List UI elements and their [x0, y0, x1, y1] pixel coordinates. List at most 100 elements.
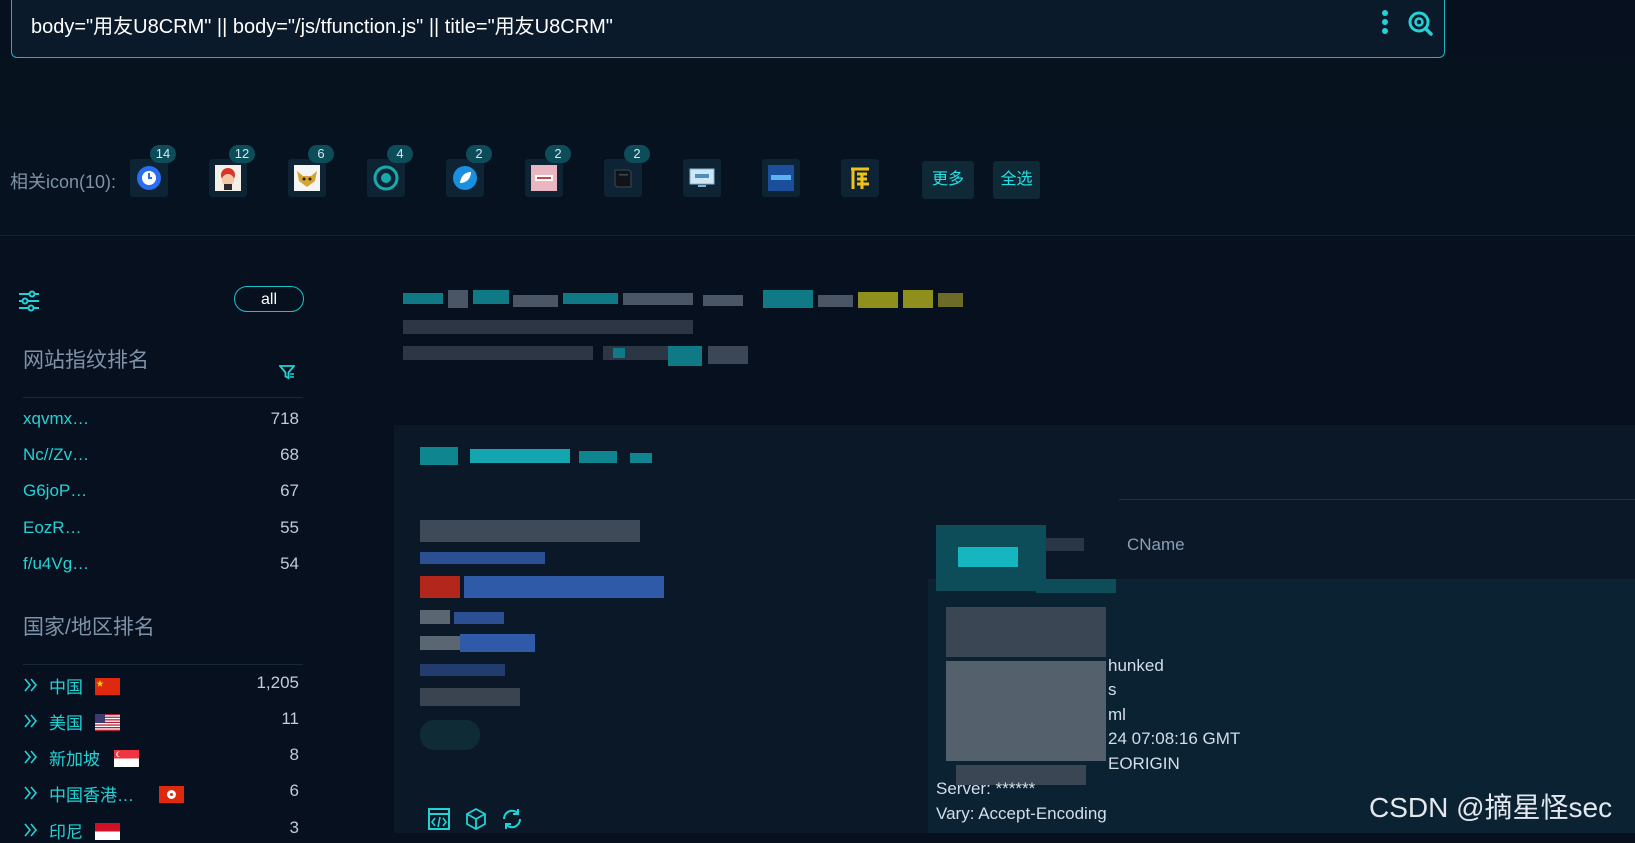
icon-count-badge: 4	[387, 145, 413, 163]
related-icons-bar: 相关icon(10): 14 12 6 4 2 2 2 更多 全选	[0, 128, 1635, 236]
all-button[interactable]: all	[234, 286, 304, 312]
icon-count-badge: 6	[308, 145, 334, 163]
code-icon[interactable]	[427, 807, 451, 831]
country-name: 中国	[49, 678, 83, 697]
tab-cname[interactable]: CName	[1127, 535, 1185, 555]
fingerprint-ranking-title: 网站指纹排名	[23, 349, 149, 372]
country-count: 1,205	[256, 673, 299, 692]
result-card: CName hunked s ml 24 07:08:16 GMT EORIGI…	[394, 425, 1635, 833]
divider	[1119, 499, 1635, 500]
spacer-band	[0, 58, 1635, 129]
header-line: Server: ******	[936, 779, 1036, 798]
related-icon-7[interactable]: 2	[604, 145, 650, 197]
fingerprint-count: 718	[270, 409, 299, 428]
fingerprint-row[interactable]: G6joP… 67	[23, 481, 299, 505]
related-icon-3[interactable]: 6	[288, 145, 334, 197]
fingerprint-name: f/u4Vg…	[23, 554, 90, 573]
sidebar: all 网站指纹排名 xqvmx… 718 Nc//Zv… 68 G6joP… …	[0, 236, 320, 842]
double-chevron-right-icon	[24, 678, 38, 692]
related-icon-2[interactable]: 12	[209, 145, 255, 197]
related-icon-9[interactable]	[762, 159, 800, 197]
divider	[23, 397, 303, 398]
fingerprint-row[interactable]: Nc//Zv… 68	[23, 445, 299, 469]
related-icon-6[interactable]: 2	[525, 145, 571, 197]
double-chevron-right-icon	[24, 786, 38, 800]
tomcat-icon	[294, 165, 320, 191]
header-line: EORIGIN	[1108, 754, 1180, 773]
icon-count-badge: 2	[466, 145, 492, 163]
fingerprint-row[interactable]: xqvmx… 718	[23, 409, 299, 433]
country-row-usa[interactable]: 美国 11	[23, 709, 299, 733]
sliders-icon[interactable]	[18, 290, 40, 317]
country-count: 8	[289, 745, 299, 764]
country-row-singapore[interactable]: 新加坡 8	[23, 745, 299, 769]
globe-ring-icon	[373, 165, 399, 191]
cartoon-face-icon	[215, 165, 241, 191]
country-ranking-title: 国家/地区排名	[23, 616, 155, 639]
fingerprint-row[interactable]: EozR… 55	[23, 518, 299, 542]
icon-count-badge: 14	[150, 145, 176, 163]
fingerprint-name: G6joP…	[23, 481, 88, 500]
header-line: hunked	[1108, 656, 1164, 675]
fingerprint-count: 55	[280, 518, 299, 537]
leaf-logo-icon	[453, 166, 477, 190]
blue-banner-icon	[768, 165, 794, 191]
singapore-flag-icon	[114, 750, 139, 767]
double-chevron-right-icon	[24, 714, 38, 728]
header-line: ml	[1108, 705, 1126, 724]
book-icon	[614, 169, 632, 188]
hongkong-flag-icon	[159, 786, 184, 803]
country-row-hongkong[interactable]: 中国香港… 6	[23, 781, 299, 805]
refresh-icon[interactable]	[500, 807, 524, 831]
country-row-china[interactable]: 中国 1,205	[23, 673, 299, 697]
related-icon-1[interactable]: 14	[130, 145, 176, 197]
indonesia-flag-icon	[95, 823, 120, 840]
fingerprint-name: Nc//Zv…	[23, 445, 90, 464]
redacted-card-header	[420, 447, 652, 465]
country-name: 新加坡	[49, 750, 100, 769]
divider	[23, 664, 303, 665]
china-flag-icon	[95, 678, 120, 695]
related-icon-4[interactable]: 4	[367, 145, 413, 197]
usa-flag-icon	[95, 714, 120, 731]
related-icon-5[interactable]: 2	[446, 145, 492, 197]
more-options-icon[interactable]	[1379, 10, 1391, 36]
redacted-result-title	[403, 290, 993, 390]
pink-logo-icon	[531, 165, 557, 191]
filter-funnel-icon[interactable]	[278, 364, 296, 385]
country-row-indonesia[interactable]: 印尼 3	[23, 818, 299, 842]
fingerprint-name: EozR…	[23, 518, 82, 537]
double-chevron-right-icon	[24, 823, 38, 837]
related-icon-8[interactable]	[683, 159, 721, 197]
cube-icon[interactable]	[464, 807, 488, 831]
fingerprint-row[interactable]: f/u4Vg… 54	[23, 554, 299, 578]
double-chevron-right-icon	[24, 750, 38, 764]
header-line: 24 07:08:16 GMT	[1108, 729, 1241, 748]
country-name: 中国香港…	[49, 786, 134, 805]
search-bar[interactable]: body="用友U8CRM" || body="/js/tfunction.js…	[11, 0, 1445, 58]
select-all-button[interactable]: 全选	[993, 161, 1040, 199]
search-icon[interactable]	[1407, 10, 1433, 36]
country-name: 美国	[49, 714, 83, 733]
country-name: 印尼	[49, 823, 83, 842]
fingerprint-count: 54	[280, 554, 299, 573]
fingerprint-count: 68	[280, 445, 299, 464]
fingerprint-name: xqvmx…	[23, 409, 90, 428]
fingerprint-count: 67	[280, 481, 299, 500]
search-query-input[interactable]: body="用友U8CRM" || body="/js/tfunction.js…	[31, 10, 613, 39]
tiger-character-icon	[847, 165, 873, 191]
more-button[interactable]: 更多	[922, 161, 974, 199]
related-icon-10[interactable]	[841, 159, 879, 197]
related-icons-label: 相关icon(10):	[10, 172, 117, 192]
icon-count-badge: 2	[545, 145, 571, 163]
monitor-icon	[689, 168, 715, 187]
country-count: 11	[281, 709, 299, 728]
redacted-card-details	[420, 520, 664, 750]
watermark: CSDN @摘星怪sec	[1369, 792, 1613, 823]
header-line: s	[1108, 680, 1117, 699]
clock-logo-icon	[137, 166, 161, 190]
country-count: 6	[289, 781, 299, 800]
header-line: Vary: Accept-Encoding	[936, 804, 1107, 823]
icon-count-badge: 2	[624, 145, 650, 163]
country-count: 3	[289, 818, 299, 837]
